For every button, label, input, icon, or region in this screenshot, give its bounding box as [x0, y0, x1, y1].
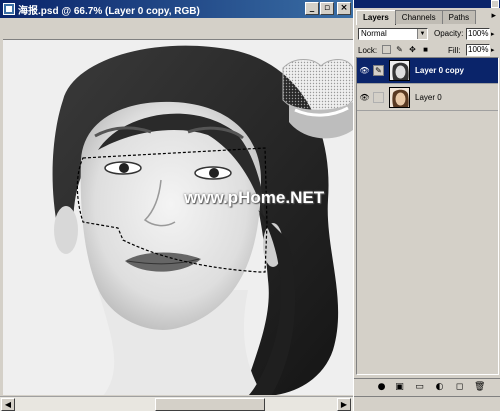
- new-layer-icon[interactable]: ◻: [454, 382, 465, 393]
- opacity-input[interactable]: 100%: [466, 28, 490, 40]
- visibility-eye-icon[interactable]: 👁: [359, 66, 370, 75]
- adjustment-layer-icon[interactable]: ◐: [434, 382, 445, 393]
- palette-tabs: Layers Channels Paths: [356, 10, 477, 25]
- lock-position-move-icon[interactable]: ✥: [408, 45, 417, 54]
- trash-icon[interactable]: 🗑: [474, 382, 485, 393]
- fill-slider-arrow-icon[interactable]: ▸: [491, 46, 495, 54]
- visibility-eye-icon[interactable]: 👁: [359, 93, 370, 102]
- palette-bottom-toolbar: ● ▣ ▭ ◐ ◻ 🗑: [354, 378, 500, 396]
- tab-paths[interactable]: Paths: [441, 10, 477, 24]
- scroll-thumb[interactable]: [155, 398, 265, 411]
- scroll-right-arrow-icon[interactable]: ▶: [337, 398, 351, 411]
- watermark-text: www.pHome.NET: [184, 188, 325, 207]
- document-titlebar[interactable]: 海报.psd @ 66.7% (Layer 0 copy, RGB) _ ▫ ×: [0, 0, 353, 18]
- document-title: 海报.psd @ 66.7% (Layer 0 copy, RGB): [18, 5, 200, 17]
- chevron-down-icon: ▼: [417, 29, 427, 39]
- blend-mode-select[interactable]: Normal ▼: [358, 28, 428, 40]
- window-controls: _ ▫ ×: [305, 2, 351, 15]
- photoshop-workspace: 海报.psd @ 66.7% (Layer 0 copy, RGB) _ ▫ ×: [0, 0, 500, 411]
- tab-layers[interactable]: Layers: [356, 10, 396, 25]
- new-set-icon[interactable]: ▭: [414, 382, 425, 393]
- fill-label: Fill:: [448, 46, 461, 55]
- layer-style-icon[interactable]: ●: [376, 382, 387, 393]
- layer-name[interactable]: Layer 0: [415, 93, 442, 102]
- palette-menu-arrow-icon[interactable]: ▸: [491, 11, 496, 21]
- photo-artwork: [3, 40, 353, 395]
- scroll-left-arrow-icon[interactable]: ◀: [1, 398, 15, 411]
- lock-image-brush-icon[interactable]: ✎: [395, 45, 404, 54]
- layer-row-layer-0-copy[interactable]: 👁 ✎ Layer 0 copy: [357, 58, 498, 84]
- close-button[interactable]: ×: [337, 2, 351, 15]
- fill-input[interactable]: 100%: [466, 44, 490, 56]
- blend-mode-value: Normal: [361, 29, 387, 38]
- layer-thumbnail: [389, 87, 410, 108]
- layer-row-layer-0[interactable]: 👁 Layer 0: [357, 85, 498, 111]
- horizontal-scrollbar[interactable]: ◀ ▶: [0, 396, 353, 411]
- layer-list: 👁 ✎ Layer 0 copy 👁 Layer 0: [356, 57, 499, 375]
- palette-close-icon[interactable]: [491, 0, 499, 8]
- layers-palette: Layers Channels Paths ▸ Normal ▼ Opacity…: [353, 0, 500, 411]
- brush-icon[interactable]: ✎: [373, 65, 384, 76]
- tab-channels[interactable]: Channels: [394, 10, 443, 24]
- document-canvas[interactable]: [3, 39, 353, 395]
- layer-thumbnail: [389, 60, 410, 81]
- lock-fill-row: Lock: ✎ ✥ ■ Fill: 100% ▸: [358, 44, 498, 58]
- opacity-label: Opacity:: [434, 29, 464, 38]
- lock-label: Lock:: [358, 46, 378, 55]
- layer-name[interactable]: Layer 0 copy: [415, 66, 464, 75]
- lips-overlay-graphic: [282, 59, 353, 139]
- blend-opacity-row: Normal ▼ Opacity: 100% ▸: [358, 28, 498, 42]
- photoshop-doc-icon: [3, 3, 15, 15]
- lock-transparency-icon[interactable]: [382, 45, 391, 54]
- palette-titlebar[interactable]: [354, 0, 500, 8]
- document-header-space: [0, 18, 353, 39]
- brush-icon[interactable]: [373, 92, 384, 103]
- opacity-slider-arrow-icon[interactable]: ▸: [491, 30, 495, 38]
- palette-footer: [354, 396, 500, 411]
- minimize-button[interactable]: _: [305, 2, 319, 15]
- restore-button[interactable]: ▫: [320, 2, 334, 15]
- mask-icon[interactable]: ▣: [394, 382, 405, 393]
- lock-all-icon[interactable]: ■: [421, 45, 430, 54]
